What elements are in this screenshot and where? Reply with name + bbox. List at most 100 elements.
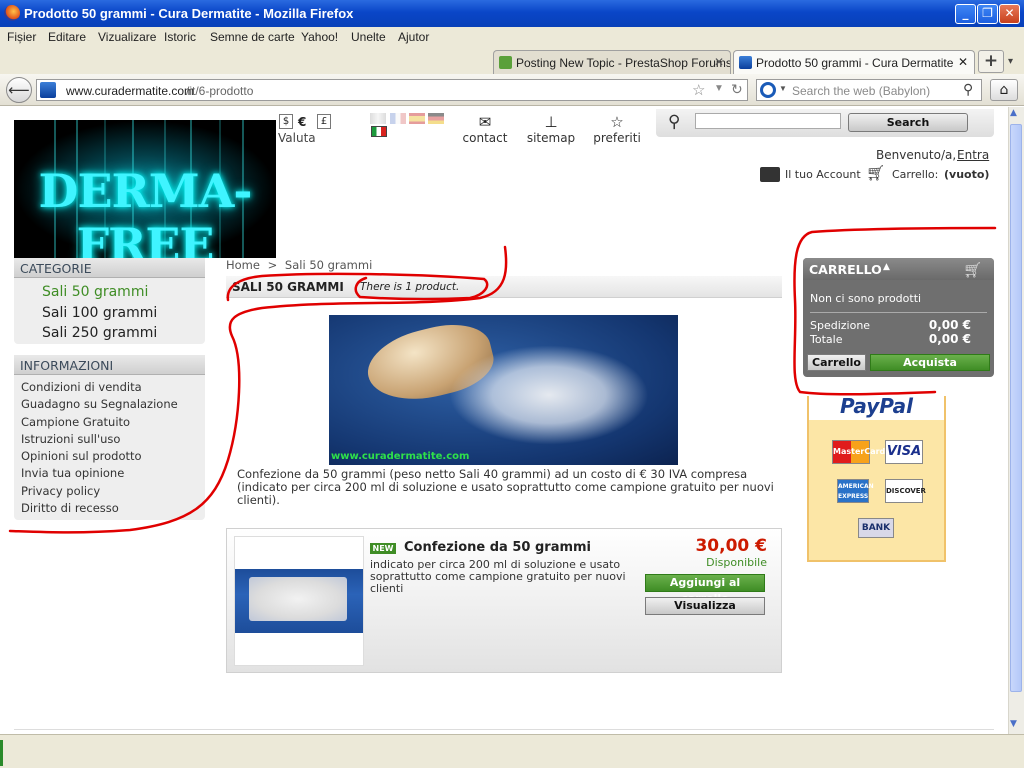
paypal-logo: PayPal — [809, 394, 944, 420]
web-search-box[interactable]: ▼ Search the web (Babylon) ⚲ — [756, 79, 982, 101]
cart-icon[interactable]: 🛒︎ — [866, 164, 885, 182]
flag-german[interactable] — [428, 113, 444, 124]
url-host: www.curadermatite.com — [66, 84, 195, 98]
bookmark-star-icon[interactable]: ☆ — [692, 81, 705, 99]
product-price: 30,00 € — [695, 536, 767, 556]
scrollbar-thumb[interactable] — [1010, 124, 1022, 692]
tab-list-icon[interactable]: ▾ — [1008, 56, 1013, 67]
scroll-up-icon[interactable]: ▲ — [1010, 108, 1017, 118]
shipping-value: 0,00 € — [928, 318, 971, 332]
flag-italian[interactable] — [371, 126, 387, 137]
tab-label: Posting New Topic - PrestaShop Forums — [516, 56, 731, 70]
engine-dropdown-icon[interactable]: ▼ — [779, 84, 787, 93]
babylon-engine-icon[interactable] — [760, 82, 776, 98]
address-bar[interactable]: www.curadermatite.com/it/6-prodotto ☆ ▼ … — [36, 79, 748, 101]
back-button[interactable]: ⟵ — [6, 77, 32, 103]
tab-label: Prodotto 50 grammi - Cura Dermatite — [756, 56, 954, 70]
product-name[interactable]: Confezione da 50 grammi — [404, 540, 591, 555]
logo-text: DERMA-FREE — [38, 164, 253, 258]
login-link[interactable]: Entra — [957, 148, 989, 162]
new-tab-button[interactable]: + — [978, 50, 1004, 73]
menu-bar: Fișier Editare Vizualizare Istoric Semne… — [0, 27, 1024, 47]
breadcrumb-home[interactable]: Home — [226, 258, 260, 272]
info-link[interactable]: Campione Gratuito — [21, 414, 205, 431]
currency-euro[interactable]: € — [298, 115, 306, 129]
reload-icon[interactable]: ↻ — [731, 81, 743, 98]
total-value: 0,00 € — [928, 332, 971, 346]
contact-link[interactable]: contact — [450, 131, 520, 145]
bank-icon: BANK — [858, 518, 894, 538]
search-button[interactable]: Search — [848, 113, 968, 132]
flag-french[interactable] — [390, 113, 406, 124]
shop-search-input[interactable] — [695, 113, 841, 129]
checkout-button[interactable]: Acquista — [870, 354, 990, 371]
menu-tools[interactable]: Unelte — [351, 30, 386, 44]
info-link[interactable]: Condizioni di vendita — [21, 379, 205, 396]
page-favicon-icon — [739, 56, 752, 69]
star-icon[interactable]: ☆ — [582, 113, 652, 131]
category-sali-50[interactable]: Sali 50 grammi — [42, 282, 205, 303]
close-window-button[interactable]: ✕ — [999, 4, 1020, 24]
view-product-button[interactable]: Visualizza — [645, 597, 765, 615]
menu-view[interactable]: Vizualizare — [98, 30, 156, 44]
tab-strip: Posting New Topic - PrestaShop Forums ✕ … — [0, 47, 1024, 74]
firefox-icon — [4, 5, 20, 21]
collapse-arrow-icon[interactable]: ▲ — [883, 262, 890, 272]
close-tab-icon[interactable]: ✕ — [714, 55, 724, 69]
menu-edit[interactable]: Editare — [48, 30, 86, 44]
sitemap-link[interactable]: sitemap — [516, 131, 586, 145]
product-availability: Disponibile — [706, 556, 767, 569]
menu-history[interactable]: Istoric — [164, 30, 196, 44]
menu-yahoo[interactable]: Yahoo! — [301, 30, 338, 44]
welcome-text: Benvenuto/a, — [876, 148, 957, 162]
close-tab-icon[interactable]: ✕ — [958, 55, 968, 69]
info-link[interactable]: Istruzioni sull'uso — [21, 431, 205, 448]
flag-spanish[interactable] — [409, 113, 425, 124]
header-cart-label[interactable]: Carrello: — [892, 168, 938, 181]
menu-file[interactable]: Fișier — [7, 30, 36, 44]
maximize-button[interactable]: ❐ — [977, 4, 998, 24]
menu-help[interactable]: Ajutor — [398, 30, 429, 44]
paypal-block[interactable]: PayPal MasterCard VISA AMERICAN EXPRESS … — [807, 394, 946, 562]
account-link[interactable]: Il tuo Account — [785, 168, 861, 181]
info-link[interactable]: Opinioni sul prodotto — [21, 448, 205, 465]
navigation-toolbar: ⟵ www.curadermatite.com/it/6-prodotto ☆ … — [0, 74, 1024, 106]
category-sali-250[interactable]: Sali 250 grammi — [42, 323, 205, 344]
account-icon[interactable] — [760, 167, 780, 182]
url-path: /it/6-prodotto — [186, 84, 254, 98]
home-button[interactable]: ⌂ — [990, 79, 1018, 101]
currency-pound[interactable]: £ — [317, 114, 331, 129]
cart-title[interactable]: CARRELLO — [809, 262, 882, 277]
minimize-button[interactable]: _ — [955, 4, 976, 24]
info-title: INFORMAZIONI — [14, 355, 205, 375]
envelope-icon[interactable]: ✉ — [450, 113, 520, 131]
category-heading: SALI 50 GRAMMI There is 1 product. — [226, 276, 782, 298]
currency-dollar[interactable]: $ — [279, 114, 293, 129]
tab-prestashop[interactable]: Posting New Topic - PrestaShop Forums ✕ — [493, 50, 731, 74]
product-list-item: NEW Confezione da 50 grammi indicato per… — [226, 528, 782, 673]
cart-block: CARRELLO ▲ 🛒︎ Non ci sono prodotti Spedi… — [803, 258, 994, 377]
flag-english[interactable] — [370, 113, 386, 124]
site-identity-icon[interactable] — [40, 82, 56, 98]
cart-button[interactable]: Carrello — [807, 354, 866, 371]
product-thumbnail[interactable] — [234, 536, 364, 666]
tab-current[interactable]: Prodotto 50 grammi - Cura Dermatite ✕ — [733, 50, 975, 74]
shop-search-bar: ⚲ Search — [656, 109, 994, 137]
info-link[interactable]: Diritto di recesso — [21, 500, 205, 517]
add-to-cart-button[interactable]: Aggiungi al carrello — [645, 574, 765, 605]
category-sali-100[interactable]: Sali 100 grammi — [42, 303, 205, 324]
sitemap-icon[interactable]: ⊥ — [516, 113, 586, 131]
menu-bookmarks[interactable]: Semne de carte — [210, 30, 295, 44]
info-link[interactable]: Privacy policy — [21, 483, 205, 500]
mastercard-icon: MasterCard — [832, 440, 885, 464]
scroll-down-icon[interactable]: ▼ — [1010, 719, 1017, 729]
search-go-icon[interactable]: ⚲ — [963, 81, 973, 98]
history-dropdown-icon[interactable]: ▼ — [714, 83, 724, 94]
category-image: www.curadermatite.com — [329, 315, 678, 465]
site-logo[interactable]: DERMA-FREE — [14, 120, 276, 258]
categories-title: CATEGORIE — [14, 258, 205, 278]
info-link[interactable]: Invia tua opinione — [21, 465, 205, 482]
info-link[interactable]: Guadagno su Segnalazione — [21, 396, 205, 413]
favorites-link[interactable]: preferiti — [582, 131, 652, 145]
shipping-label: Spedizione — [810, 319, 871, 332]
